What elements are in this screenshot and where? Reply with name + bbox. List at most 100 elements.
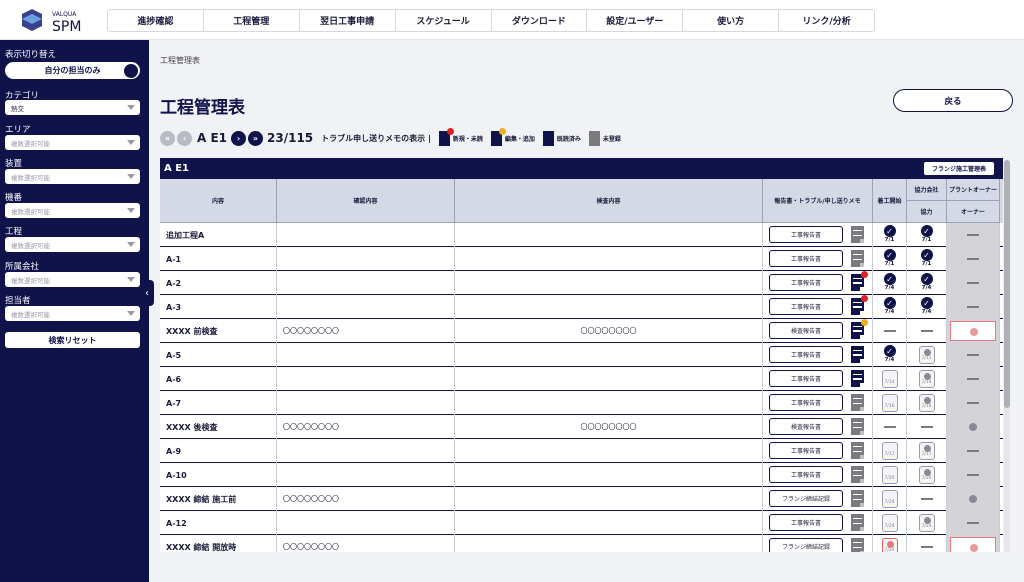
- report-button[interactable]: 工事報告書: [769, 250, 843, 267]
- owner-status-cell[interactable]: [947, 439, 1000, 463]
- memo-document-icon[interactable]: [851, 514, 864, 531]
- equipment-select[interactable]: 複数選択可能: [5, 169, 140, 184]
- owner-status-cell[interactable]: [947, 319, 1000, 343]
- report-button[interactable]: 工事報告書: [769, 298, 843, 315]
- report-button[interactable]: 工事報告書: [769, 274, 843, 291]
- start-status-cell[interactable]: ✓ 7/4: [873, 271, 907, 295]
- memo-document-icon[interactable]: [851, 250, 864, 267]
- next-page-icon[interactable]: ›: [231, 130, 247, 146]
- owner-status-cell[interactable]: [947, 391, 1000, 415]
- memo-document-icon[interactable]: [851, 319, 868, 339]
- nav-item[interactable]: リンク/分析: [779, 10, 874, 31]
- owner-status-cell[interactable]: [947, 511, 1000, 535]
- start-status-cell[interactable]: [873, 415, 907, 439]
- owner-status-cell[interactable]: [947, 247, 1000, 271]
- nav-item[interactable]: 使い方: [683, 10, 780, 31]
- back-button[interactable]: 戻る: [893, 89, 1013, 112]
- owner-status-cell[interactable]: [947, 535, 1000, 552]
- memo-document-icon[interactable]: [851, 538, 864, 552]
- memo-document-icon[interactable]: [851, 418, 864, 435]
- memo-document-icon[interactable]: [851, 442, 864, 459]
- start-status-cell[interactable]: ✓ 7/1: [873, 223, 907, 247]
- nav-item[interactable]: 設定/ユーザー: [587, 10, 684, 31]
- report-button[interactable]: 工事報告書: [769, 466, 843, 483]
- memo-document-icon[interactable]: [851, 394, 864, 411]
- nav-item[interactable]: スケジュール: [396, 10, 492, 31]
- coop-status-cell[interactable]: [907, 535, 947, 552]
- start-status-cell[interactable]: 7/24: [873, 511, 907, 535]
- report-button[interactable]: フランジ締結記録: [769, 490, 843, 507]
- start-status-cell[interactable]: ✓ 7/1: [873, 247, 907, 271]
- coop-status-cell[interactable]: 7/14: [907, 367, 947, 391]
- search-reset-button[interactable]: 検索リセット: [5, 332, 140, 348]
- report-button[interactable]: 検査報告書: [769, 418, 843, 435]
- nav-item[interactable]: 進捗確認: [108, 10, 204, 31]
- memo-document-icon[interactable]: [851, 466, 864, 483]
- first-page-icon[interactable]: «: [160, 130, 175, 146]
- coop-status-cell[interactable]: 7/24: [907, 511, 947, 535]
- area-select[interactable]: 複数選択可能: [5, 135, 140, 150]
- last-page-icon[interactable]: »: [248, 130, 264, 146]
- memo-document-icon[interactable]: [851, 370, 864, 387]
- report-button[interactable]: 検査報告書: [769, 322, 843, 339]
- owner-status-cell[interactable]: [947, 271, 1000, 295]
- start-status-cell[interactable]: 7/17: [873, 439, 907, 463]
- coop-status-cell[interactable]: ✓ 7/4: [907, 295, 947, 319]
- report-button[interactable]: 工事報告書: [769, 346, 843, 363]
- mine-only-toggle[interactable]: 自分の担当のみ: [5, 62, 140, 79]
- coop-status-cell[interactable]: ✓ 7/1: [907, 223, 947, 247]
- report-button[interactable]: 工事報告書: [769, 442, 843, 459]
- legend-read[interactable]: 既読済み: [542, 130, 581, 146]
- flange-management-button[interactable]: フランジ施工管理表: [923, 161, 995, 176]
- memo-document-icon[interactable]: [851, 490, 864, 507]
- legend-new[interactable]: 新規・未読: [438, 127, 483, 146]
- nav-item[interactable]: 翌日工事申請: [300, 10, 396, 31]
- valqua-spm-logo[interactable]: VALQUA SPM: [18, 5, 108, 35]
- category-select[interactable]: 熱交: [5, 100, 140, 115]
- report-button[interactable]: フランジ締結記録: [769, 538, 843, 552]
- legend-unregistered[interactable]: 未登録: [588, 130, 621, 146]
- owner-status-cell[interactable]: [947, 295, 1000, 319]
- nav-item[interactable]: 工程管理: [204, 10, 300, 31]
- machine-select[interactable]: 複数選択可能: [5, 203, 140, 218]
- process-select[interactable]: 複数選択可能: [5, 237, 140, 252]
- memo-document-icon[interactable]: [851, 295, 868, 315]
- owner-status-cell[interactable]: [947, 487, 1000, 511]
- legend-edit[interactable]: 編集・追加: [490, 127, 535, 146]
- coop-status-cell[interactable]: 7/16: [907, 391, 947, 415]
- nav-item[interactable]: ダウンロード: [492, 10, 588, 31]
- memo-document-icon[interactable]: [851, 346, 864, 363]
- prev-page-icon[interactable]: ‹: [177, 130, 192, 146]
- table-scrollbar[interactable]: [1004, 160, 1010, 552]
- report-button[interactable]: 工事報告書: [769, 370, 843, 387]
- memo-document-icon[interactable]: [851, 226, 864, 243]
- start-status-cell[interactable]: 7/14: [873, 367, 907, 391]
- start-status-cell[interactable]: [873, 319, 907, 343]
- coop-status-cell[interactable]: [907, 319, 947, 343]
- report-button[interactable]: 工事報告書: [769, 394, 843, 411]
- start-status-cell[interactable]: ✓ 7/4: [873, 295, 907, 319]
- coop-status-cell[interactable]: [907, 487, 947, 511]
- scrollbar-thumb[interactable]: [1004, 160, 1010, 408]
- start-status-cell[interactable]: 7/24: [873, 535, 907, 552]
- owner-status-cell[interactable]: [947, 343, 1000, 367]
- owner-status-cell[interactable]: [947, 415, 1000, 439]
- start-status-cell[interactable]: 7/20: [873, 463, 907, 487]
- sidebar-collapse-button[interactable]: ‹: [140, 280, 154, 306]
- memo-document-icon[interactable]: [851, 271, 868, 291]
- coop-status-cell[interactable]: ✓ 7/1: [907, 247, 947, 271]
- coop-status-cell[interactable]: 7/17: [907, 439, 947, 463]
- coop-status-cell[interactable]: [907, 415, 947, 439]
- coop-status-cell[interactable]: ✓ 7/4: [907, 271, 947, 295]
- coop-status-cell[interactable]: 7/20: [907, 463, 947, 487]
- report-button[interactable]: 工事報告書: [769, 226, 843, 243]
- start-status-cell[interactable]: 7/16: [873, 391, 907, 415]
- start-status-cell[interactable]: 7/24: [873, 487, 907, 511]
- company-select[interactable]: 複数選択可能: [5, 272, 140, 287]
- owner-status-cell[interactable]: [947, 463, 1000, 487]
- start-status-cell[interactable]: ✓ 7/4: [873, 343, 907, 367]
- owner-status-cell[interactable]: [947, 367, 1000, 391]
- owner-status-cell[interactable]: [947, 223, 1000, 247]
- report-button[interactable]: 工事報告書: [769, 514, 843, 531]
- person-select[interactable]: 複数選択可能: [5, 306, 140, 321]
